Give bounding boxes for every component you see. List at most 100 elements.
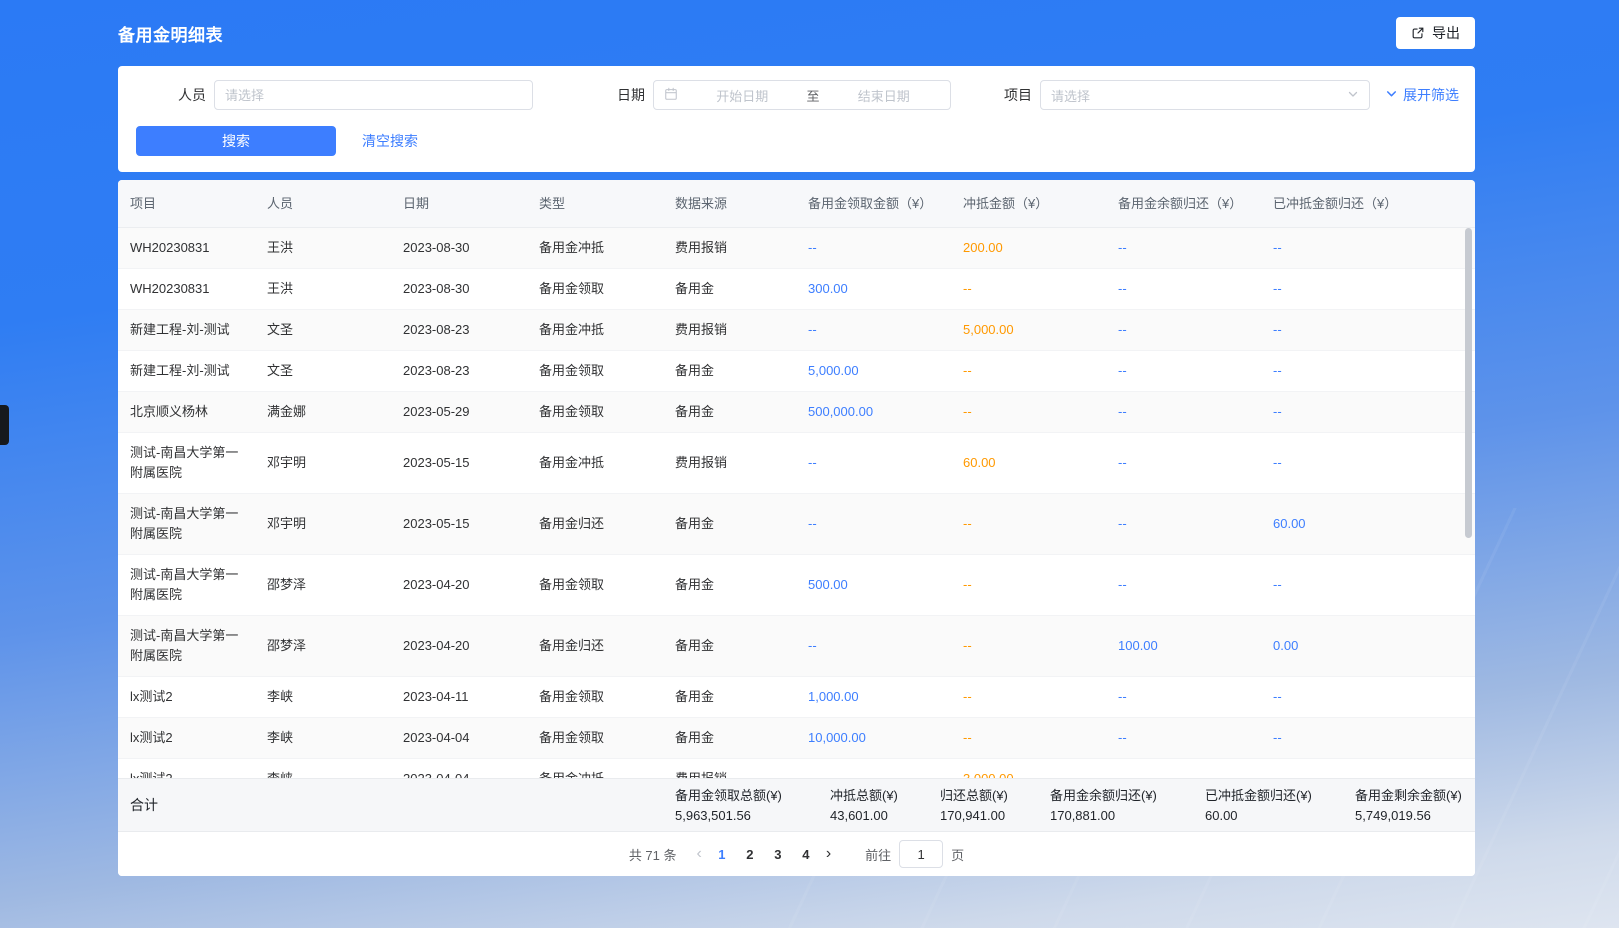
date-range-input[interactable]: 开始日期 至 结束日期 <box>653 80 951 110</box>
cell-date: 2023-04-04 <box>391 759 527 779</box>
cell-person: 王洪 <box>255 228 391 269</box>
cell-offset-return: -- <box>1261 555 1475 616</box>
expand-filter-label: 展开筛选 <box>1403 85 1459 105</box>
next-page-button[interactable]: › <box>820 846 837 862</box>
cell-type: 备用金领取 <box>527 555 663 616</box>
cell-offset: 60.00 <box>951 433 1106 494</box>
cell-source: 费用报销 <box>663 759 796 779</box>
page-number[interactable]: 2 <box>736 840 764 868</box>
summary-item-value: 5,749,019.56 <box>1355 807 1462 825</box>
cell-source: 费用报销 <box>663 310 796 351</box>
summary-item: 备用金领取总额(¥) 5,963,501.56 <box>675 787 782 825</box>
end-date-placeholder[interactable]: 结束日期 <box>828 86 941 105</box>
table-row: 测试-南昌大学第一附属医院邵梦泽2023-04-20备用金归还备用金----10… <box>118 616 1475 677</box>
cell-offset-return: -- <box>1261 433 1475 494</box>
filter-actions-row: 搜索 清空搜索 <box>134 126 1459 156</box>
cell-balance-return: -- <box>1106 228 1261 269</box>
cell-type: 备用金领取 <box>527 269 663 310</box>
cell-source: 备用金 <box>663 351 796 392</box>
cell-balance-return: -- <box>1106 677 1261 718</box>
column-header: 项目 <box>118 180 255 228</box>
search-button[interactable]: 搜索 <box>136 126 336 156</box>
cell-source: 备用金 <box>663 555 796 616</box>
summary-item-label: 备用金余额归还(¥) <box>1050 787 1157 805</box>
cell-project: 测试-南昌大学第一附属医院 <box>118 616 255 677</box>
cell-received: 300.00 <box>796 269 951 310</box>
export-button[interactable]: 导出 <box>1396 17 1475 49</box>
expand-filter-link[interactable]: 展开筛选 <box>1385 85 1459 105</box>
summary-item: 归还总额(¥) 170,941.00 <box>940 787 1008 825</box>
cell-source: 备用金 <box>663 718 796 759</box>
cell-offset-return: -- <box>1261 269 1475 310</box>
summary-row: 合计 备用金领取总额(¥)5,963,501.56冲抵总额(¥)43,601.0… <box>118 778 1475 832</box>
cell-received: -- <box>796 228 951 269</box>
cell-balance-return: 100.00 <box>1106 616 1261 677</box>
cell-project: 北京顺义杨林 <box>118 392 255 433</box>
table-header-row: 项目人员日期类型数据来源备用金领取金额（¥）冲抵金额（¥）备用金余额归还（¥）已… <box>118 180 1475 228</box>
cell-offset-return: 60.00 <box>1261 494 1475 555</box>
cell-offset: 3,000.00 <box>951 759 1106 779</box>
cell-offset: 200.00 <box>951 228 1106 269</box>
table-row: 新建工程-刘-测试文圣2023-08-23备用金领取备用金5,000.00---… <box>118 351 1475 392</box>
cell-source: 备用金 <box>663 677 796 718</box>
cell-project: 测试-南昌大学第一附属医院 <box>118 433 255 494</box>
summary-item-label: 备用金领取总额(¥) <box>675 787 782 805</box>
page-number[interactable]: 1 <box>708 840 736 868</box>
cell-offset-return: -- <box>1261 351 1475 392</box>
page-number[interactable]: 4 <box>792 840 820 868</box>
cell-received: 500,000.00 <box>796 392 951 433</box>
cell-offset: 5,000.00 <box>951 310 1106 351</box>
start-date-placeholder[interactable]: 开始日期 <box>686 86 799 105</box>
table-row: lx测试2李峡2023-04-04备用金冲抵费用报销--3,000.00---- <box>118 759 1475 779</box>
cell-project: 新建工程-刘-测试 <box>118 351 255 392</box>
project-filter-label: 项目 <box>1004 85 1032 105</box>
summary-item: 备用金剩余金额(¥) 5,749,019.56 <box>1355 787 1462 825</box>
cell-offset: -- <box>951 616 1106 677</box>
cell-offset-return: -- <box>1261 228 1475 269</box>
cell-person: 李峡 <box>255 677 391 718</box>
column-header: 数据来源 <box>663 180 796 228</box>
page-number[interactable]: 3 <box>764 840 792 868</box>
vertical-scrollbar[interactable] <box>1465 228 1472 538</box>
column-header: 人员 <box>255 180 391 228</box>
cell-received: -- <box>796 433 951 494</box>
column-header: 备用金余额归还（¥） <box>1106 180 1261 228</box>
summary-item-value: 170,941.00 <box>940 807 1008 825</box>
cell-project: 测试-南昌大学第一附属医院 <box>118 494 255 555</box>
cell-balance-return: -- <box>1106 494 1261 555</box>
cell-offset-return: -- <box>1261 310 1475 351</box>
cell-offset-return: 0.00 <box>1261 616 1475 677</box>
cell-project: 测试-南昌大学第一附属医院 <box>118 555 255 616</box>
cell-project: lx测试2 <box>118 718 255 759</box>
cell-date: 2023-05-15 <box>391 433 527 494</box>
table-row: 测试-南昌大学第一附属医院邵梦泽2023-04-20备用金领取备用金500.00… <box>118 555 1475 616</box>
project-select[interactable]: 请选择 <box>1040 80 1370 110</box>
total-count-text: 共 71 条 <box>629 845 677 864</box>
cell-person: 王洪 <box>255 269 391 310</box>
column-header: 已冲抵金额归还（¥） <box>1261 180 1475 228</box>
date-separator: 至 <box>807 86 820 105</box>
main-content: 备用金明细表 导出 人员 日期 <box>118 0 1475 876</box>
calendar-icon <box>664 87 678 104</box>
table-row: WH20230831王洪2023-08-30备用金领取备用金300.00----… <box>118 269 1475 310</box>
goto-page-input[interactable] <box>899 840 943 868</box>
prev-page-button[interactable]: ‹ <box>691 846 708 862</box>
cell-balance-return: -- <box>1106 433 1261 494</box>
summary-item-label: 备用金剩余金额(¥) <box>1355 787 1462 805</box>
drawer-handle[interactable] <box>0 405 9 445</box>
summary-item-value: 5,963,501.56 <box>675 807 782 825</box>
cell-date: 2023-08-23 <box>391 351 527 392</box>
cell-offset: -- <box>951 718 1106 759</box>
person-filter-label: 人员 <box>178 85 206 105</box>
cell-project: WH20230831 <box>118 228 255 269</box>
cell-project: lx测试2 <box>118 759 255 779</box>
summary-item-label: 归还总额(¥) <box>940 787 1008 805</box>
column-header: 类型 <box>527 180 663 228</box>
clear-search-link[interactable]: 清空搜索 <box>362 131 418 151</box>
cell-project: lx测试2 <box>118 677 255 718</box>
cell-received: -- <box>796 494 951 555</box>
cell-received: -- <box>796 616 951 677</box>
filter-panel: 人员 日期 开始日期 至 结束日期 项目 请选择 <box>118 66 1475 172</box>
person-select-input[interactable] <box>214 80 533 110</box>
summary-item-label: 冲抵总额(¥) <box>830 787 898 805</box>
